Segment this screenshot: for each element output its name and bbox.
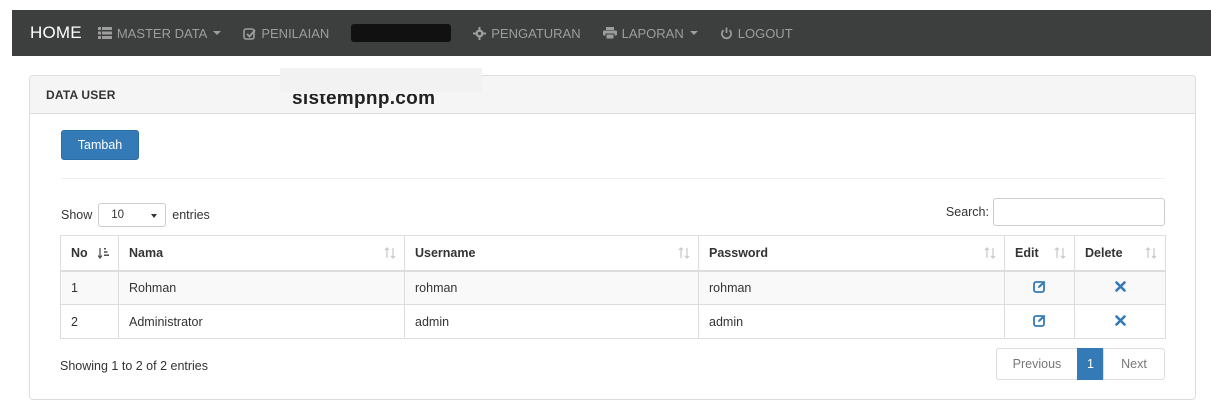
chevron-down-icon	[213, 31, 222, 35]
cell-username: rohman	[404, 270, 699, 305]
cell-edit	[1004, 304, 1075, 339]
panel-heading: DATA USER	[30, 76, 1195, 114]
chevron-down-icon	[689, 31, 698, 35]
column-header-edit[interactable]: Edit	[1004, 235, 1075, 272]
cell-delete	[1074, 304, 1166, 339]
cell-no: 2	[60, 304, 119, 339]
table-header-row: No Nama Username Password Edit Delete	[60, 235, 1166, 272]
nav-logout[interactable]: LOGOUT	[720, 26, 793, 41]
sort-both-icon	[678, 247, 690, 259]
entries-label: entries	[172, 208, 210, 222]
edit-icon[interactable]	[1033, 280, 1046, 293]
cell-no: 1	[60, 270, 119, 305]
home-link[interactable]: HOME	[30, 23, 82, 43]
delete-icon[interactable]	[1114, 314, 1126, 326]
add-user-button[interactable]: Tambah	[61, 130, 139, 160]
column-header-no[interactable]: No	[60, 235, 119, 272]
search-control: Search:	[946, 198, 1165, 226]
delete-icon[interactable]	[1114, 280, 1126, 292]
watermark-backdrop	[280, 68, 482, 92]
sort-both-icon	[1145, 247, 1157, 259]
cell-username: admin	[404, 304, 699, 339]
divider	[61, 178, 1165, 179]
nav-master-data[interactable]: MASTER DATA	[97, 25, 222, 41]
page-button-current[interactable]: 1	[1077, 348, 1104, 380]
search-label: Search:	[945, 205, 989, 219]
previous-page-button[interactable]: Previous	[996, 348, 1078, 380]
column-header-delete[interactable]: Delete	[1074, 235, 1166, 272]
entries-select[interactable]: 10	[98, 203, 167, 227]
table-row: 1 Rohman rohman rohman	[60, 270, 1166, 305]
list-icon	[97, 27, 112, 39]
table-row: 2 Administrator admin admin	[60, 304, 1166, 339]
check-square-icon	[243, 27, 257, 40]
sort-both-icon	[1054, 247, 1066, 259]
cell-nama: Rohman	[118, 270, 405, 305]
column-header-password[interactable]: Password	[698, 235, 1005, 272]
show-label: Show	[61, 208, 93, 222]
cell-password: admin	[698, 304, 1005, 339]
entries-length-control: Show 10 entries	[61, 203, 210, 227]
nav-master-data-label: MASTER DATA	[116, 25, 208, 41]
pagination: Previous 1 Next	[996, 348, 1165, 380]
column-header-username[interactable]: Username	[404, 235, 699, 272]
nav-laporan-label: LAPORAN	[621, 25, 684, 41]
next-page-button[interactable]: Next	[1103, 348, 1165, 380]
sort-ascending-icon	[98, 248, 109, 259]
nav-pengaturan-label: PENGATURAN	[491, 25, 581, 41]
power-icon	[720, 27, 732, 39]
redacted-nav-item	[351, 24, 452, 42]
search-input[interactable]	[993, 198, 1165, 226]
nav-pengaturan[interactable]: PENGATURAN	[473, 25, 581, 41]
edit-icon[interactable]	[1033, 314, 1046, 327]
panel-title: DATA USER	[46, 87, 116, 102]
entries-select-value: 10	[111, 209, 125, 221]
cell-nama: Administrator	[118, 304, 405, 339]
data-user-panel: DATA USER sistemphp.com Tambah Show 10 e…	[29, 68, 1196, 400]
nav-laporan[interactable]: LAPORAN	[602, 25, 698, 41]
print-icon	[602, 27, 617, 39]
chevron-down-icon	[151, 214, 158, 218]
cell-delete	[1074, 270, 1166, 305]
nav-penilaian[interactable]: PENILAIAN	[243, 26, 329, 41]
nav-logout-label: LOGOUT	[737, 25, 793, 41]
sort-both-icon	[384, 247, 396, 259]
users-table: No Nama Username Password Edit Delete 1 …	[60, 235, 1166, 339]
gear-icon	[473, 26, 487, 40]
cell-edit	[1004, 270, 1075, 305]
cell-password: rohman	[698, 270, 1005, 305]
nav-penilaian-label: PENILAIAN	[261, 25, 330, 41]
top-navbar: HOME MASTER DATA PENILAIAN PENGATURAN LA…	[12, 10, 1211, 56]
table-info: Showing 1 to 2 of 2 entries	[60, 359, 209, 373]
sort-both-icon	[984, 247, 996, 259]
column-header-nama[interactable]: Nama	[118, 235, 405, 272]
